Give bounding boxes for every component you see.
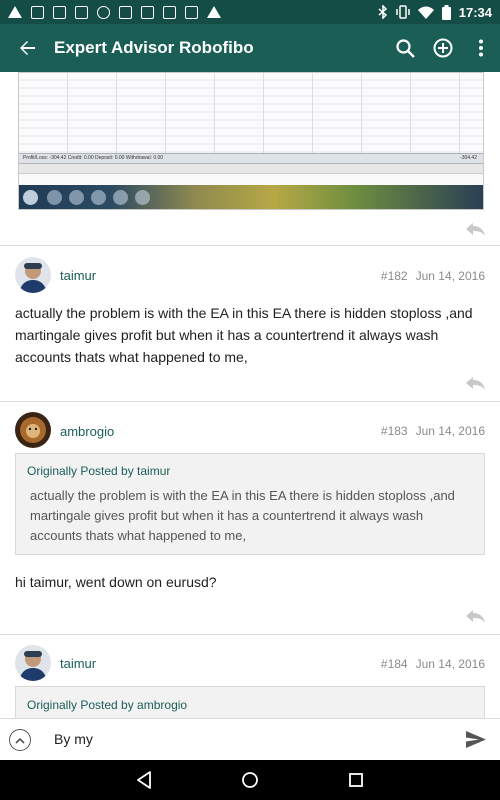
quote-block: Originally Posted by ambrogio [15, 686, 485, 718]
post-username[interactable]: taimur [60, 268, 96, 283]
status-bar: 17:34 [0, 0, 500, 24]
post-meta: #183 Jun 14, 2016 [381, 424, 485, 438]
quote-block: Originally Posted by taimur actually the… [15, 453, 485, 555]
image-icon [53, 5, 66, 19]
nav-recents-icon[interactable] [346, 770, 366, 790]
reply-icon[interactable] [464, 220, 486, 238]
status-time: 17:34 [458, 4, 492, 20]
nav-home-icon[interactable] [240, 770, 260, 790]
taskbar-app-icon [113, 190, 128, 205]
message-icon [185, 5, 198, 19]
user-photo-icon [15, 257, 51, 293]
post-meta: #182 Jun 14, 2016 [381, 269, 485, 283]
system-nav-bar [0, 760, 500, 800]
post-divider [0, 245, 500, 246]
taskbar-app-icon [135, 190, 150, 205]
sync-icon [97, 5, 110, 19]
taskbar-app-icon [91, 190, 106, 205]
search-icon [395, 38, 415, 58]
post-body: actually the problem is with the EA in t… [15, 305, 473, 365]
app-bar: Expert Advisor Robofibo [0, 24, 500, 72]
avatar[interactable] [15, 412, 51, 448]
quote-header[interactable]: Originally Posted by ambrogio [27, 698, 187, 712]
battery-icon [441, 4, 451, 20]
start-orb-icon [23, 190, 38, 205]
trade-history-rows [19, 73, 483, 161]
attachment-image[interactable]: Profit/Loss: -304.42 Credit: 0.00 Deposi… [18, 72, 484, 210]
notification-icons [8, 5, 221, 19]
post-date: Jun 14, 2016 [415, 269, 485, 283]
trade-history-summary: Profit/Loss: -304.42 Credit: 0.00 Deposi… [19, 153, 483, 163]
mail-icon [31, 5, 44, 19]
post-username[interactable]: ambrogio [60, 424, 114, 439]
taskbar-app-icon [47, 190, 62, 205]
search-button[interactable] [386, 24, 424, 72]
quote-header[interactable]: Originally Posted by taimur [27, 464, 170, 478]
gmail-icon [75, 5, 88, 19]
reply-bar: By my [0, 718, 500, 760]
post-meta: #184 Jun 14, 2016 [381, 657, 485, 671]
post-body: hi taimur, went down on eurusd? [15, 574, 217, 590]
wifi-icon [417, 6, 434, 19]
shopping-bag-icon [141, 5, 154, 19]
avatar[interactable] [15, 257, 51, 293]
post-date: Jun 14, 2016 [415, 657, 485, 671]
terminal-status-bar [19, 173, 483, 185]
expand-editor-button[interactable] [9, 729, 31, 751]
post-date: Jun 14, 2016 [415, 424, 485, 438]
back-button[interactable] [0, 24, 54, 72]
vibrate-icon [396, 5, 410, 19]
store-icon [163, 5, 176, 19]
bluetooth-icon [378, 5, 387, 19]
terminal-tabs [19, 163, 483, 173]
post-divider [0, 634, 500, 635]
user-photo-icon [15, 645, 51, 681]
warning-icon [8, 6, 22, 18]
thread-content[interactable]: Profit/Loss: -304.42 Credit: 0.00 Deposi… [0, 72, 500, 718]
android-debug-icon [119, 5, 132, 19]
post-number[interactable]: #182 [381, 269, 408, 283]
arrow-back-icon [20, 41, 35, 55]
nav-back-icon[interactable] [134, 770, 154, 790]
add-circle-icon [433, 38, 453, 58]
post-username[interactable]: taimur [60, 656, 96, 671]
taskbar [19, 185, 483, 209]
more-options-button[interactable] [462, 24, 500, 72]
warning-icon [207, 6, 221, 18]
chevron-up-icon [15, 737, 25, 744]
quote-text: actually the problem is with the EA in t… [30, 488, 455, 543]
post-divider [0, 401, 500, 402]
reply-icon[interactable] [464, 374, 486, 392]
post-number[interactable]: #184 [381, 657, 408, 671]
reply-input[interactable]: By my [54, 731, 444, 747]
send-icon[interactable] [466, 731, 486, 748]
user-photo-icon [15, 412, 51, 448]
post-number[interactable]: #183 [381, 424, 408, 438]
page-title: Expert Advisor Robofibo [54, 38, 254, 57]
add-button[interactable] [424, 24, 462, 72]
avatar[interactable] [15, 645, 51, 681]
more-vert-icon [479, 39, 483, 57]
taskbar-app-icon [69, 190, 84, 205]
reply-icon[interactable] [464, 607, 486, 625]
